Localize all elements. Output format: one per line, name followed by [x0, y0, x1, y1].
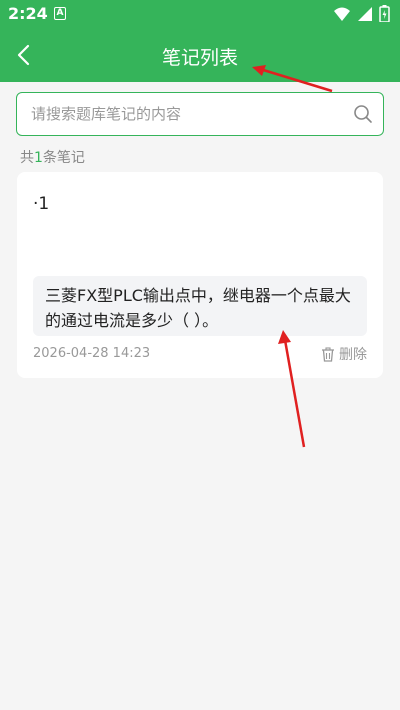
- status-icons: [333, 5, 390, 22]
- page-title: 笔记列表: [161, 47, 238, 69]
- note-count: 共1条笔记: [20, 147, 85, 167]
- trash-icon: [322, 346, 334, 362]
- note-date: 2026-04-28 14:23: [33, 346, 151, 361]
- battery-icon: [379, 5, 390, 22]
- delete-label: 删除: [339, 347, 367, 363]
- search-box: [16, 92, 384, 136]
- search-input[interactable]: [31, 103, 351, 125]
- wifi-icon: [334, 7, 350, 21]
- note-count-number: 1: [34, 150, 43, 166]
- title-bar: 笔记列表: [0, 28, 400, 82]
- question-text[interactable]: 三菱FX型PLC输出点中，继电器一个点最大的通过电流是多少（ ）。: [33, 276, 367, 336]
- search-icon[interactable]: [353, 104, 373, 124]
- status-time: 2:24: [8, 4, 48, 23]
- note-count-prefix: 共: [20, 150, 34, 166]
- status-bar: 2:24 A: [0, 0, 400, 28]
- note-text: ·1: [33, 194, 50, 214]
- note-card[interactable]: ·1 三菱FX型PLC输出点中，继电器一个点最大的通过电流是多少（ ）。 202…: [17, 172, 383, 378]
- delete-button[interactable]: 删除: [321, 344, 367, 364]
- signal-icon: [358, 6, 372, 21]
- notification-icon: A: [54, 7, 66, 20]
- note-count-suffix: 条笔记: [42, 150, 85, 166]
